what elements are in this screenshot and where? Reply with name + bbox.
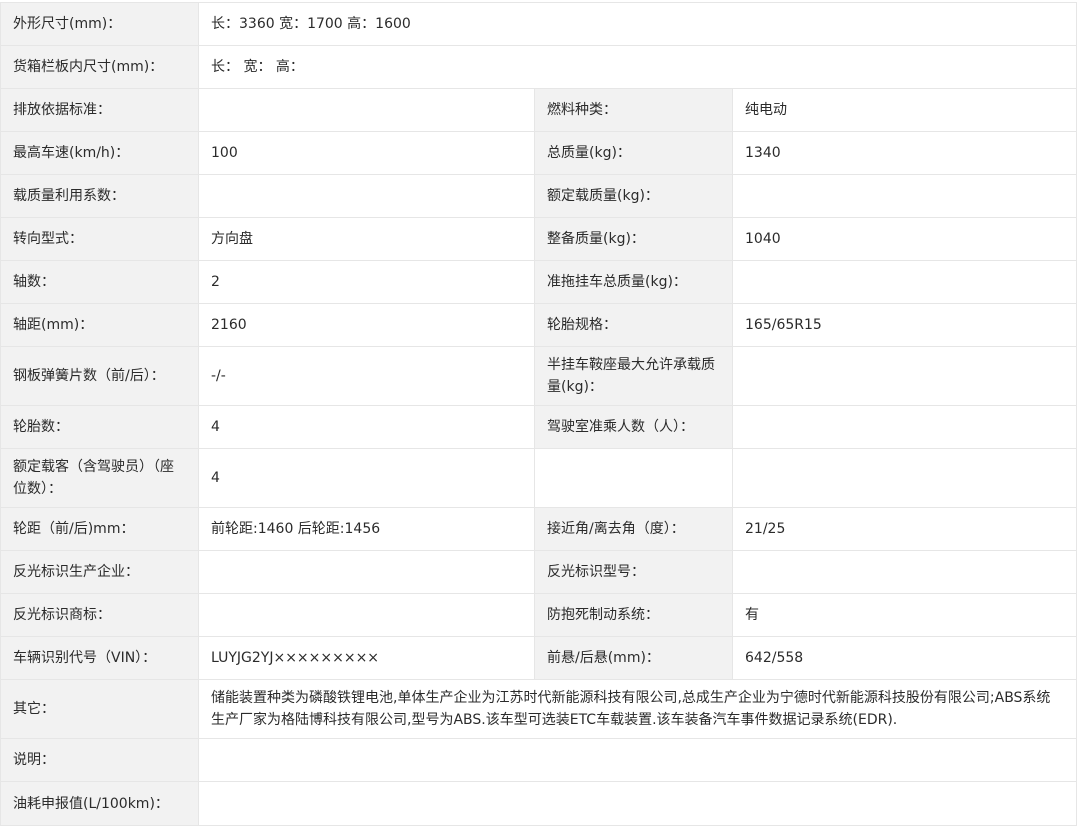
spec-label-fuel-consumption: 油耗申报值(L/100km)： [0, 781, 199, 826]
spec-label-approach-departure-angle: 接近角/离去角（度）： [534, 507, 733, 551]
spec-value-vin: LUYJG2YJ××××××××× [198, 636, 535, 680]
spec-label-fuel-type: 燃料种类： [534, 88, 733, 132]
spec-label-max-speed: 最高车速(km/h)： [0, 131, 199, 175]
spec-value-reflector-model [731, 550, 1078, 594]
spec-label-tire-spec: 轮胎规格： [534, 303, 733, 347]
table-row: 外形尺寸(mm)： 长：3360 宽：1700 高：1600 [0, 2, 1078, 46]
table-row: 车辆识别代号（VIN）： LUYJG2YJ××××××××× 前悬/后悬(mm)… [0, 636, 1078, 680]
spec-label-curb-mass: 整备质量(kg)： [534, 217, 733, 261]
spec-label-reflector-maker: 反光标识生产企业： [0, 550, 199, 594]
spec-value-notes [197, 738, 1078, 782]
table-row: 反光标识生产企业： 反光标识型号： [0, 550, 1078, 594]
spec-label-other: 其它： [0, 679, 199, 739]
table-row: 轮胎数： 4 驾驶室准乘人数（人）： [0, 405, 1078, 449]
spec-label-axle-count: 轴数： [0, 260, 199, 304]
spec-value-load-utilization [198, 174, 535, 218]
spec-value-abs: 有 [731, 593, 1078, 637]
spec-value-empty [731, 448, 1078, 508]
spec-value-trailer-mass [731, 260, 1078, 304]
spec-label-vin: 车辆识别代号（VIN）： [0, 636, 199, 680]
spec-label-empty [534, 448, 733, 508]
spec-value-track-width: 前轮距:1460 后轮距:1456 [198, 507, 535, 551]
spec-value-axle-count: 2 [198, 260, 535, 304]
spec-label-rated-passengers: 额定载客（含驾驶员）（座位数）： [0, 448, 199, 508]
table-row: 货箱栏板内尺寸(mm)： 长： 宽： 高： [0, 45, 1078, 89]
spec-value-outer-dimensions: 长：3360 宽：1700 高：1600 [197, 2, 1078, 46]
spec-label-outer-dimensions: 外形尺寸(mm)： [0, 2, 199, 46]
spec-label-steering-type: 转向型式： [0, 217, 199, 261]
spec-value-max-speed: 100 [198, 131, 535, 175]
spec-label-saddle-load: 半挂车鞍座最大允许承载质量(kg)： [534, 346, 733, 406]
spec-value-rated-passengers: 4 [198, 448, 535, 508]
spec-value-saddle-load [731, 346, 1078, 406]
table-row: 载质量利用系数： 额定载质量(kg)： [0, 174, 1078, 218]
table-row: 说明： [0, 738, 1078, 782]
spec-label-wheelbase: 轴距(mm)： [0, 303, 199, 347]
spec-label-leaf-springs: 钢板弹簧片数（前/后）： [0, 346, 199, 406]
spec-value-total-mass: 1340 [731, 131, 1078, 175]
spec-label-abs: 防抱死制动系统： [534, 593, 733, 637]
spec-label-total-mass: 总质量(kg)： [534, 131, 733, 175]
spec-label-reflector-brand: 反光标识商标： [0, 593, 199, 637]
spec-value-wheelbase: 2160 [198, 303, 535, 347]
spec-value-tire-spec: 165/65R15 [731, 303, 1078, 347]
spec-value-other: 储能装置种类为磷酸铁锂电池,单体生产企业为江苏时代新能源科技有限公司,总成生产企… [197, 679, 1078, 739]
spec-label-overhang: 前悬/后悬(mm)： [534, 636, 733, 680]
table-row: 转向型式： 方向盘 整备质量(kg)： 1040 [0, 217, 1078, 261]
table-row: 反光标识商标： 防抱死制动系统： 有 [0, 593, 1078, 637]
table-row: 轴距(mm)： 2160 轮胎规格： 165/65R15 [0, 303, 1078, 347]
spec-label-tire-count: 轮胎数： [0, 405, 199, 449]
spec-value-leaf-springs: -/- [198, 346, 535, 406]
spec-value-fuel-consumption [197, 781, 1078, 826]
table-row: 油耗申报值(L/100km)： [0, 781, 1078, 826]
table-row: 最高车速(km/h)： 100 总质量(kg)： 1340 [0, 131, 1078, 175]
spec-value-overhang: 642/558 [731, 636, 1078, 680]
spec-value-steering-type: 方向盘 [198, 217, 535, 261]
spec-value-rated-load [731, 174, 1078, 218]
spec-value-reflector-brand [198, 593, 535, 637]
spec-label-cab-capacity: 驾驶室准乘人数（人）： [534, 405, 733, 449]
spec-value-curb-mass: 1040 [731, 217, 1078, 261]
spec-value-emission-standard [198, 88, 535, 132]
spec-label-load-utilization: 载质量利用系数： [0, 174, 199, 218]
table-row: 排放依据标准： 燃料种类： 纯电动 [0, 88, 1078, 132]
spec-value-approach-departure-angle: 21/25 [731, 507, 1078, 551]
table-row: 额定载客（含驾驶员）（座位数）： 4 [0, 448, 1078, 508]
spec-label-trailer-mass: 准拖挂车总质量(kg)： [534, 260, 733, 304]
table-row: 钢板弹簧片数（前/后）： -/- 半挂车鞍座最大允许承载质量(kg)： [0, 346, 1078, 406]
spec-label-track-width: 轮距（前/后)mm： [0, 507, 199, 551]
spec-value-tire-count: 4 [198, 405, 535, 449]
table-row: 其它： 储能装置种类为磷酸铁锂电池,单体生产企业为江苏时代新能源科技有限公司,总… [0, 679, 1078, 739]
vehicle-spec-table: 外形尺寸(mm)： 长：3360 宽：1700 高：1600 货箱栏板内尺寸(m… [0, 2, 1078, 826]
table-row: 轮距（前/后)mm： 前轮距:1460 后轮距:1456 接近角/离去角（度）：… [0, 507, 1078, 551]
spec-label-cargo-box-dimensions: 货箱栏板内尺寸(mm)： [0, 45, 199, 89]
spec-value-cargo-box-dimensions: 长： 宽： 高： [197, 45, 1078, 89]
spec-label-rated-load: 额定载质量(kg)： [534, 174, 733, 218]
spec-value-reflector-maker [198, 550, 535, 594]
spec-value-fuel-type: 纯电动 [731, 88, 1078, 132]
spec-value-cab-capacity [731, 405, 1078, 449]
spec-label-reflector-model: 反光标识型号： [534, 550, 733, 594]
spec-label-emission-standard: 排放依据标准： [0, 88, 199, 132]
table-row: 轴数： 2 准拖挂车总质量(kg)： [0, 260, 1078, 304]
spec-label-notes: 说明： [0, 738, 199, 782]
